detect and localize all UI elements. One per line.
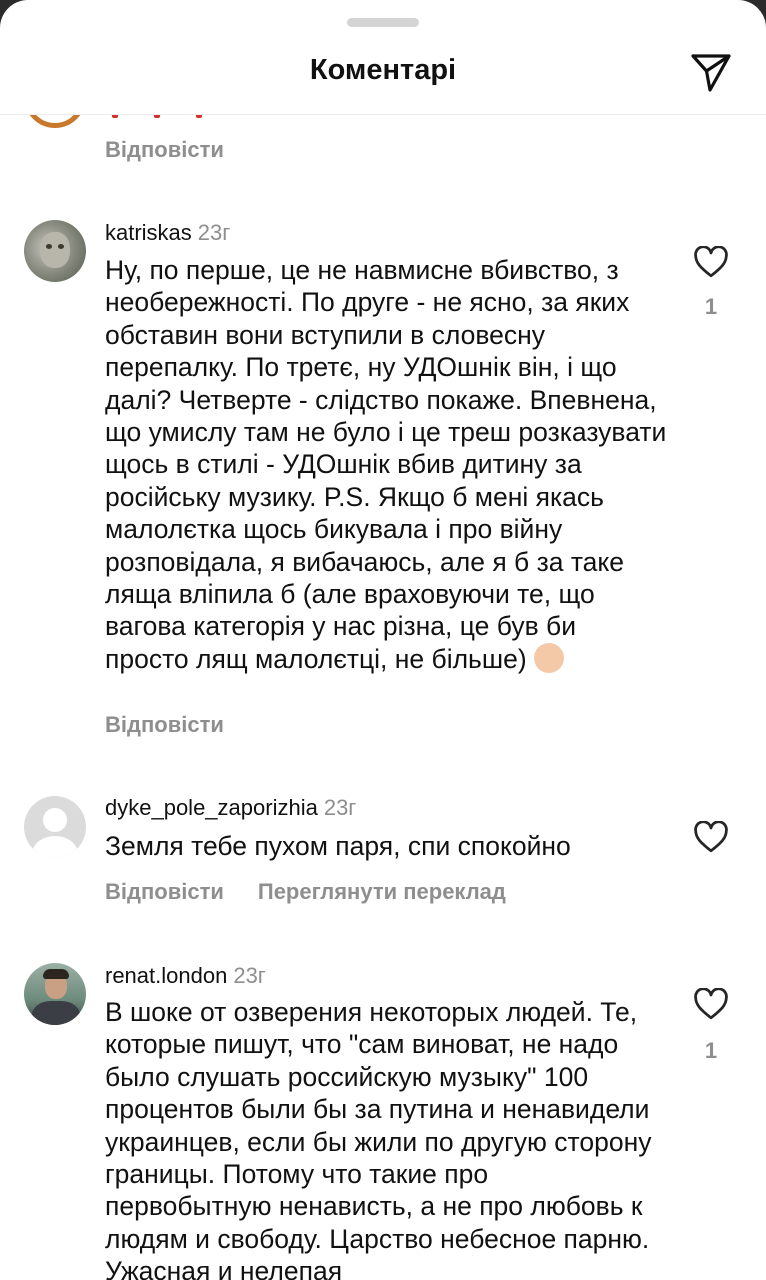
heart-outline-icon[interactable] (693, 988, 729, 1020)
comment-actions: Відповісти Переглянути переклад (105, 879, 540, 905)
heart-outline-icon[interactable] (693, 821, 729, 853)
avatar[interactable] (24, 220, 86, 282)
comments-sheet: Відповісти katriskas 23г Ну, по перше, це… (0, 0, 766, 1280)
comment-header: katriskas 23г (105, 220, 230, 246)
like-count: 1 (704, 294, 718, 319)
comment-text: Земля тебе пухом паря, спи спокойно (105, 830, 665, 862)
comment-actions: Відповісти (105, 712, 258, 738)
timestamp: 23г (233, 963, 266, 988)
timestamp: 23г (323, 795, 357, 820)
comment-body: Земля тебе пухом паря, спи спокойно (105, 831, 571, 861)
comment-text: В шоке от озверения некоторых людей. Те,… (105, 996, 661, 1280)
username[interactable]: dyke_pole_zaporizhia (105, 795, 318, 820)
page-title: Коментарі (309, 54, 457, 86)
avatar[interactable] (24, 963, 86, 1025)
reply-button[interactable]: Відповісти (105, 712, 224, 737)
see-translation-button[interactable]: Переглянути переклад (258, 879, 506, 904)
person-shrugging-emoji (534, 642, 565, 673)
timestamp: 23г (197, 220, 231, 245)
like-count: 1 (704, 1038, 718, 1063)
comment-body: Ну, по перше, це не навмисне вбивство, з… (105, 255, 667, 674)
sheet-drag-handle[interactable] (347, 18, 419, 27)
reply-button[interactable]: Відповісти (105, 137, 224, 162)
heart-outline-icon[interactable] (693, 246, 729, 278)
comment-actions: Відповісти (105, 137, 258, 163)
comments-list: Відповісти katriskas 23г Ну, по перше, це… (0, 0, 766, 1280)
reply-button[interactable]: Відповісти (105, 879, 224, 904)
default-avatar-icon[interactable] (24, 796, 86, 858)
comments-header: Коментарі (0, 36, 766, 115)
comment-header: renat.london 23г (105, 963, 266, 989)
paper-plane-icon[interactable] (688, 50, 734, 94)
comment-body: В шоке от озверения некоторых людей. Те,… (105, 997, 652, 1280)
comment-text: Ну, по перше, це не навмисне вбивство, з… (105, 254, 667, 676)
comment-header: dyke_pole_zaporizhia 23г (105, 795, 356, 821)
username[interactable]: katriskas (105, 220, 192, 245)
username[interactable]: renat.london (105, 963, 227, 988)
